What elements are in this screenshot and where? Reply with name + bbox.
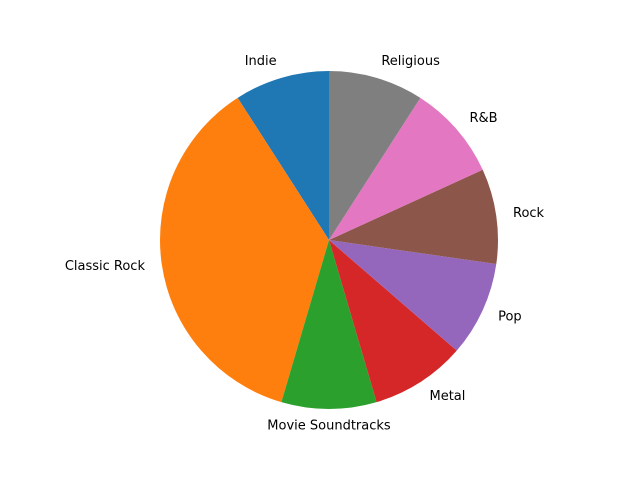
pie-slices <box>159 71 498 409</box>
pie-label-metal: Metal <box>430 389 466 404</box>
pie-label-movie-soundtracks: Movie Soundtracks <box>267 418 391 433</box>
pie-label-pop: Pop <box>498 310 522 325</box>
chart-container: Indie Classic Rock Movie Soundtracks Metal P… <box>0 0 640 480</box>
pie-label-classic-rock: Classic Rock <box>65 259 146 274</box>
pie-label-rock: Rock <box>513 206 545 221</box>
pie-chart: Indie Classic Rock Movie Soundtracks Metal P… <box>65 54 545 433</box>
pie-label-randb: R&B <box>469 111 497 126</box>
pie-label-religious: Religious <box>381 54 440 69</box>
pie-label-indie: Indie <box>245 54 277 69</box>
